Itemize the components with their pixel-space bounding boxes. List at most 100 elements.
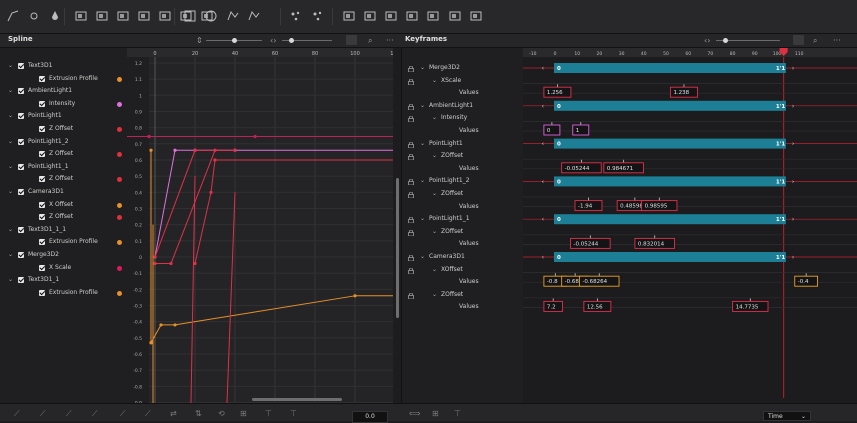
chevron-down-icon[interactable]: ⌄ bbox=[8, 186, 13, 199]
visibility-checkbox[interactable] bbox=[18, 163, 24, 170]
image-icon[interactable] bbox=[95, 9, 109, 23]
visibility-checkbox[interactable] bbox=[39, 100, 45, 107]
curve-color-dot[interactable] bbox=[117, 215, 122, 221]
polygon-icon[interactable] bbox=[226, 9, 240, 23]
keyframe-range-bar[interactable] bbox=[554, 138, 786, 149]
ease-in-icon[interactable]: ⟋ bbox=[120, 409, 126, 419]
visibility-checkbox[interactable] bbox=[39, 176, 45, 183]
curve-color-dot[interactable] bbox=[117, 240, 122, 246]
visibility-checkbox[interactable] bbox=[39, 201, 45, 208]
keyframe-point[interactable] bbox=[173, 323, 177, 327]
rect-select-icon[interactable] bbox=[183, 9, 197, 23]
visibility-checkbox[interactable] bbox=[18, 277, 24, 284]
chevron-down-icon[interactable]: ⌄ bbox=[420, 62, 425, 75]
spline-graph[interactable]: 0 20 40 60 80 100 120 1.2 1.1 1 0.9 0.8 0.7 0.6 0.5 0.4… bbox=[127, 48, 393, 403]
chevron-down-icon[interactable]: ⌄ bbox=[432, 264, 437, 277]
select-all-icon[interactable]: ⊞ bbox=[240, 409, 247, 418]
ease-out-icon[interactable]: ⟋ bbox=[145, 409, 151, 419]
keyframe-tree-row[interactable]: Values bbox=[402, 276, 524, 289]
curve-color-dot[interactable] bbox=[117, 177, 122, 183]
image-icon[interactable] bbox=[116, 9, 130, 23]
chevron-right-icon[interactable]: › bbox=[792, 254, 794, 261]
keyframe-tree-row[interactable]: ⌄ XOffset bbox=[402, 264, 524, 277]
visibility-checkbox[interactable] bbox=[39, 239, 45, 246]
particle-icon[interactable] bbox=[289, 9, 303, 23]
chevron-left-icon[interactable]: ‹ bbox=[542, 216, 544, 223]
lock-icon[interactable] bbox=[408, 153, 414, 161]
keyframe-point[interactable] bbox=[193, 148, 197, 152]
keyframe-range-bar[interactable] bbox=[554, 100, 786, 111]
keyframe-point[interactable] bbox=[159, 323, 163, 327]
chevron-left-icon[interactable]: ‹ bbox=[542, 141, 544, 148]
spline-tree-row[interactable]: ⌄ Text3D1_1 bbox=[0, 274, 127, 287]
chevron-right-icon[interactable]: › bbox=[792, 103, 794, 110]
visibility-checkbox[interactable] bbox=[39, 151, 45, 158]
keyframe-tree-row[interactable]: Values bbox=[402, 201, 524, 214]
fit-horizontal-icon[interactable]: ‹› bbox=[704, 36, 710, 45]
fit-view-button[interactable] bbox=[346, 35, 357, 45]
visibility-checkbox[interactable] bbox=[39, 289, 45, 296]
ripple-edit-icon[interactable]: ⟺ bbox=[409, 409, 420, 418]
visibility-checkbox[interactable] bbox=[18, 63, 24, 69]
spline-tree-row[interactable]: Extrusion Profile bbox=[0, 73, 127, 86]
zoom-icon[interactable]: ⌕ bbox=[813, 36, 817, 45]
spline-zoom-slider[interactable] bbox=[206, 38, 262, 43]
spline-tree-row[interactable]: ⌄ PointLight1 bbox=[0, 110, 127, 123]
keyframe-point[interactable] bbox=[233, 148, 237, 152]
text3d-icon[interactable] bbox=[384, 9, 398, 23]
keyframe-point[interactable] bbox=[173, 148, 177, 152]
chevron-down-icon[interactable]: ⌄ bbox=[420, 175, 425, 188]
step-tool-icon[interactable]: ⟋ bbox=[66, 409, 72, 419]
chevron-right-icon[interactable]: › bbox=[792, 178, 794, 185]
chevron-down-icon[interactable]: ⌄ bbox=[8, 136, 13, 149]
visibility-checkbox[interactable] bbox=[18, 113, 24, 120]
keyframe-tree-row[interactable]: Values bbox=[402, 87, 524, 100]
keyframe-point[interactable] bbox=[153, 255, 157, 259]
image-icon[interactable] bbox=[74, 9, 88, 23]
linear-tool-icon[interactable]: ⟋ bbox=[14, 409, 20, 419]
spline-tree-row[interactable]: X Offset bbox=[0, 199, 127, 212]
keyframe-tree-row[interactable]: ⌄ PointLight1 bbox=[402, 138, 524, 151]
camera-icon[interactable] bbox=[426, 9, 440, 23]
spline-horizontal-scroll-thumb[interactable] bbox=[252, 398, 342, 401]
flip-icon[interactable]: ⇅ bbox=[195, 409, 202, 418]
spline-tree-row[interactable]: Z Offset bbox=[0, 211, 127, 224]
image-icon[interactable] bbox=[137, 9, 151, 23]
camera-xoffset-curve[interactable] bbox=[150, 295, 356, 343]
spline-tree-row[interactable]: ⌄ PointLight1_1 bbox=[0, 161, 127, 174]
smooth-tool-icon[interactable]: ⟋ bbox=[40, 409, 46, 419]
visibility-checkbox[interactable] bbox=[18, 226, 24, 233]
chevron-down-icon[interactable]: ⌄ bbox=[420, 138, 425, 151]
lock-icon[interactable] bbox=[408, 216, 414, 224]
lock-icon[interactable] bbox=[408, 103, 414, 111]
curve-color-dot[interactable] bbox=[117, 101, 122, 107]
more-options-icon[interactable]: ··· bbox=[833, 36, 841, 45]
keyframe-point[interactable] bbox=[169, 261, 173, 266]
keyframe-range-bar[interactable] bbox=[554, 252, 786, 262]
curve-color-dot[interactable] bbox=[117, 76, 122, 82]
keyframe-tree-row[interactable]: ⌄ Merge3D2 bbox=[402, 62, 524, 75]
keyframe-tree-row[interactable]: ⌄ XScale bbox=[402, 75, 524, 88]
chevron-right-icon[interactable]: › bbox=[792, 141, 794, 148]
chevron-down-icon[interactable]: ⌄ bbox=[8, 85, 13, 98]
lock-icon[interactable] bbox=[408, 254, 414, 262]
spline-tree-row[interactable]: ⌄ PointLight1_2 bbox=[0, 136, 127, 149]
chevron-down-icon[interactable]: ⌄ bbox=[8, 161, 13, 174]
chevron-down-icon[interactable]: ⌄ bbox=[432, 188, 437, 201]
spline-tree-row[interactable]: Intensity bbox=[0, 98, 127, 111]
curve-color-dot[interactable] bbox=[117, 265, 122, 271]
spline-tree-row[interactable]: ⌄ Camera3D1 bbox=[0, 186, 127, 199]
chevron-right-icon[interactable]: › bbox=[792, 65, 794, 72]
curve-color-dot[interactable] bbox=[117, 290, 122, 296]
spline-tree-row[interactable]: Extrusion Profile bbox=[0, 236, 127, 249]
box-icon[interactable] bbox=[405, 9, 419, 23]
chevron-down-icon[interactable]: ⌄ bbox=[420, 213, 425, 226]
cube-icon[interactable] bbox=[342, 9, 356, 23]
keyframe-point[interactable] bbox=[149, 148, 153, 152]
spline-tree-row[interactable]: ⌄ Text3D1 bbox=[0, 60, 127, 73]
visibility-checkbox[interactable] bbox=[39, 126, 45, 132]
keyframe-point[interactable] bbox=[153, 261, 157, 266]
keyframe-tree-row[interactable]: ⌄ PointLight1_2 bbox=[402, 175, 524, 188]
chevron-left-icon[interactable]: ‹ bbox=[542, 254, 544, 261]
keyframe-tree-row[interactable]: Values bbox=[402, 238, 524, 251]
